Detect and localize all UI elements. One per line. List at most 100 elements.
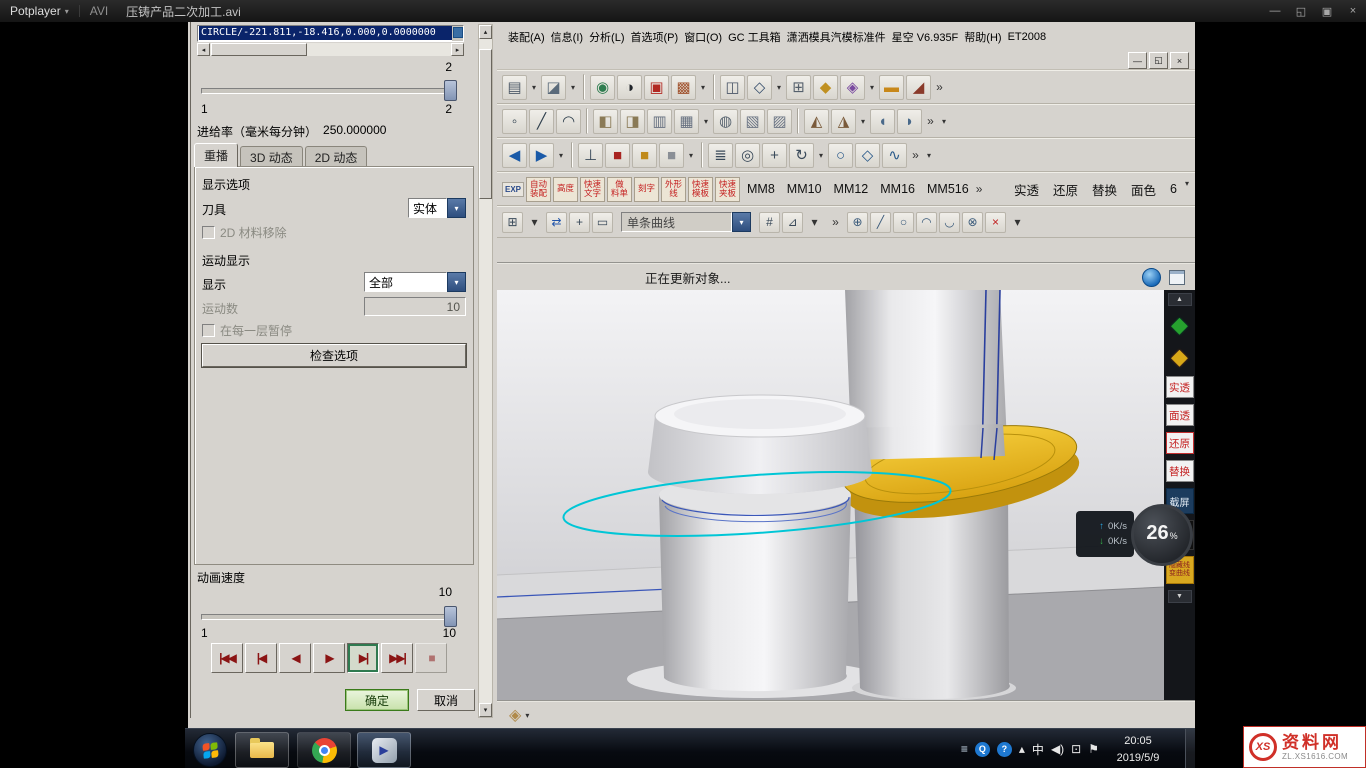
menu-assembly[interactable]: 装配(A)	[505, 29, 548, 45]
show-combo-arrow-icon[interactable]: ▾	[447, 272, 466, 292]
tool-combo-arrow-icon[interactable]: ▾	[447, 198, 466, 218]
go-to-end-button[interactable]: ▶▶|	[381, 643, 413, 673]
snap-tangent-icon[interactable]: ◡	[939, 212, 960, 233]
blend-icon[interactable]: ◖	[870, 109, 895, 134]
dropdown-arrow-icon[interactable]: ▾	[858, 111, 868, 131]
pocket-icon[interactable]: ▧	[740, 109, 765, 134]
input-method-icon[interactable]: 中	[1032, 741, 1044, 758]
dropdown-arrow-icon[interactable]: ▾	[867, 77, 877, 97]
pan-icon[interactable]: +	[569, 212, 590, 233]
dropdown-arrow-icon[interactable]: ▾	[701, 111, 711, 131]
memory-usage-ball[interactable]: 26 %	[1131, 504, 1193, 566]
gcode-scrollbar-thumb[interactable]	[453, 27, 463, 38]
speed-slider-track[interactable]	[201, 614, 454, 620]
dropdown-arrow-icon[interactable]: ▾	[924, 145, 934, 165]
side-restore-button[interactable]: 还原	[1166, 432, 1194, 454]
dropdown-arrow-icon[interactable]: ▾	[698, 77, 708, 97]
visibility-icon[interactable]: ◎	[735, 143, 760, 168]
tool-combo[interactable]: 实体 ▾	[408, 198, 466, 218]
taskbar-potplayer-button[interactable]: ▶	[357, 732, 411, 768]
swap-icon[interactable]: ⇄	[546, 212, 567, 233]
spline-icon[interactable]: ∿	[882, 143, 907, 168]
taskbar-chrome-button[interactable]	[297, 732, 351, 768]
move-icon[interactable]: +	[762, 143, 787, 168]
quick-material-list-button[interactable]: 做 料单	[607, 177, 632, 202]
mm10-button[interactable]: MM10	[782, 182, 827, 196]
quick-fast-template-button[interactable]: 快速 模板	[688, 177, 713, 202]
snap-arc-icon[interactable]: ◠	[916, 212, 937, 233]
play-forward-button[interactable]: ▶	[313, 643, 345, 673]
quick-fast-clamp-button[interactable]: 快速 夹板	[715, 177, 740, 202]
angle-icon[interactable]: ⊿	[782, 212, 803, 233]
v-scrollbar-thumb[interactable]	[479, 49, 492, 199]
snapshot-icon[interactable]: ◫	[720, 75, 745, 100]
view-cube-icon[interactable]: ◈	[509, 705, 521, 725]
check-options-button[interactable]: 检查选项	[202, 344, 466, 367]
viewport-3d[interactable]	[497, 290, 1164, 700]
forward-icon[interactable]: ▶	[529, 143, 554, 168]
menu-starsky[interactable]: 星空 V6.935F	[889, 29, 962, 45]
datum-icon[interactable]: ⊥	[578, 143, 603, 168]
dropdown-arrow-icon[interactable]: ▾	[774, 77, 784, 97]
fullscreen-button[interactable]: ▣	[1314, 0, 1340, 22]
dropdown-arrow-icon[interactable]: ▾	[805, 213, 824, 232]
point-icon[interactable]: ◦	[502, 109, 527, 134]
slope-icon[interactable]: ◢	[906, 75, 931, 100]
overflow-chevron[interactable]: »	[976, 182, 989, 196]
dropdown-arrow-icon[interactable]: ▾	[529, 77, 539, 97]
ruler-icon[interactable]: ▬	[879, 75, 904, 100]
circle-icon[interactable]: ○	[828, 143, 853, 168]
restore-button[interactable]: ◱	[1288, 0, 1314, 22]
taskbar-clock[interactable]: 20:05 2019/5/9	[1105, 733, 1171, 766]
tray-help-icon[interactable]: ?	[997, 742, 1012, 757]
side-green-diamond-button[interactable]: ◆	[1171, 312, 1188, 338]
scroll-right-icon[interactable]: ▸	[451, 43, 464, 56]
hole-icon[interactable]: ◍	[713, 109, 738, 134]
video-area[interactable]: 装配(A)信息(I)分析(L)首选项(P)窗口(O)GC 工具箱潇洒模具汽模标准…	[0, 22, 1366, 768]
h-scrollbar-thumb[interactable]	[211, 43, 307, 56]
menu-mold-standard[interactable]: 潇洒模具汽模标准件	[784, 29, 889, 45]
curve-type-combo[interactable]: 单条曲线 ▾	[621, 212, 751, 232]
boss-icon[interactable]: ▦	[674, 109, 699, 134]
close-button[interactable]: ×	[1340, 0, 1366, 22]
overflow-chevron[interactable]: »	[826, 213, 845, 232]
frame-icon[interactable]: ▭	[592, 212, 613, 233]
quick-fast-text-button[interactable]: 快速 文字	[580, 177, 605, 202]
gray-cube-icon[interactable]: ■	[659, 143, 684, 168]
tab-replay[interactable]: 重播	[194, 143, 238, 167]
snap-center-icon[interactable]: ○	[893, 212, 914, 233]
overflow-chevron[interactable]: »	[909, 144, 922, 167]
trim-icon[interactable]: ◭	[804, 109, 829, 134]
gold-cube-icon[interactable]: ■	[632, 143, 657, 168]
go-to-start-button[interactable]: |◀◀	[211, 643, 243, 673]
sketcher-icon[interactable]: ◪	[541, 75, 566, 100]
mm16-button[interactable]: MM16	[875, 182, 920, 196]
show-desktop-button[interactable]	[1185, 729, 1195, 768]
gcode-h-scrollbar[interactable]: ◂ ▸	[197, 43, 464, 56]
stop-button[interactable]: ■	[415, 643, 447, 673]
dropdown-arrow-icon[interactable]: ▾	[525, 711, 529, 720]
gcode-selected-row[interactable]: CIRCLE/-221.811,-18.416,0.000,0.0000000	[199, 26, 452, 40]
orient-view-icon[interactable]: ◇	[747, 75, 772, 100]
mm8-button[interactable]: MM8	[742, 182, 780, 196]
dropdown-arrow-icon[interactable]: ▾	[816, 145, 826, 165]
ok-button[interactable]: 确定	[345, 689, 409, 711]
minimize-button[interactable]: —	[1262, 0, 1288, 22]
menu-et2008[interactable]: ET2008	[1005, 31, 1050, 43]
step-back-button[interactable]: |◀	[245, 643, 277, 673]
side-gold-diamond-button[interactable]: ◆	[1171, 344, 1188, 370]
scroll-down-icon[interactable]: ▾	[479, 703, 492, 717]
side-scroll-up[interactable]: ▲	[1168, 293, 1192, 306]
solid-translucent-button[interactable]: 实透	[1008, 180, 1045, 199]
dropdown-arrow-icon[interactable]: ▾	[568, 77, 578, 97]
tray-doc-icon[interactable]: ≡	[961, 742, 968, 756]
tab-2d-dynamic[interactable]: 2D 动态	[305, 146, 368, 167]
menu-preferences[interactable]: 首选项(P)	[628, 29, 682, 45]
curve-combo-arrow-icon[interactable]: ▾	[732, 212, 751, 232]
pattern-grid-icon[interactable]: ⊞	[786, 75, 811, 100]
half-shade-icon[interactable]: ◑	[617, 75, 642, 100]
cancel-button[interactable]: 取消	[417, 689, 475, 711]
snap-cross-icon[interactable]: ⊗	[962, 212, 983, 233]
revolve-icon[interactable]: ◨	[620, 109, 645, 134]
mm516-button[interactable]: MM516	[922, 182, 974, 196]
